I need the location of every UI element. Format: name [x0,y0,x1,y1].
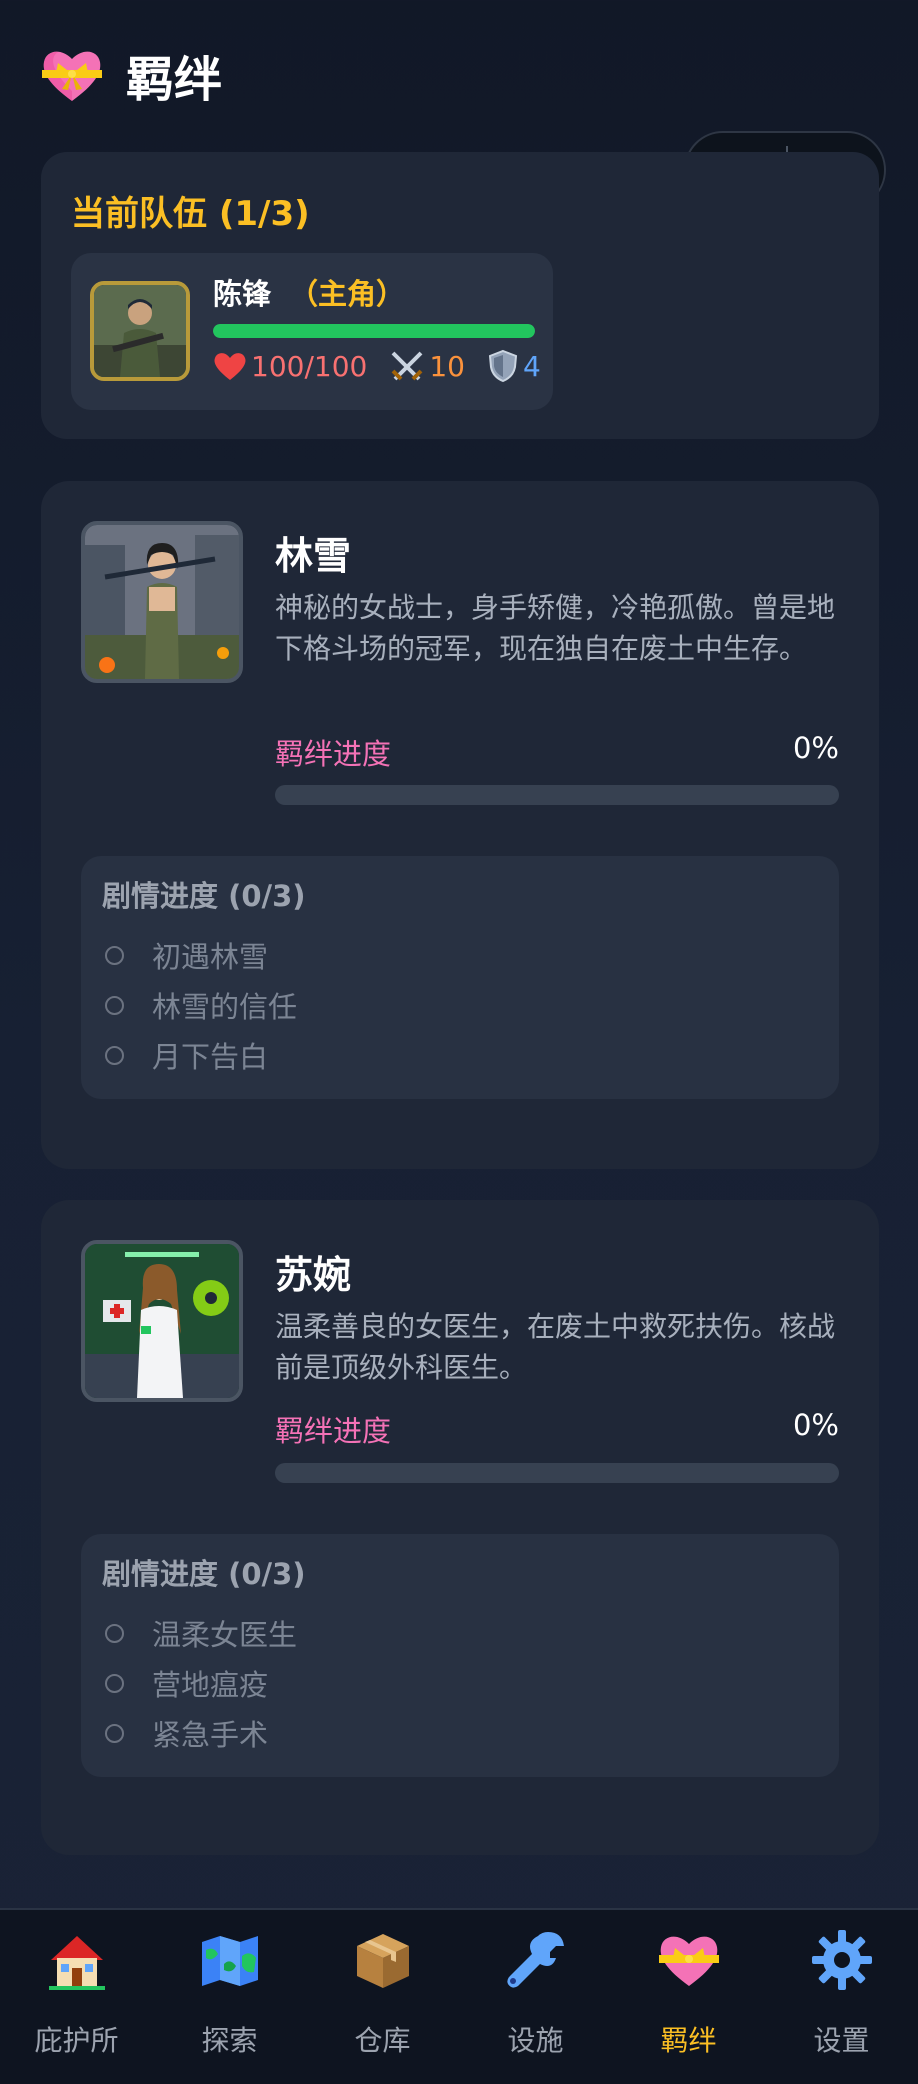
story-item[interactable]: 林雪的信任 [105,984,297,1026]
map-icon [201,1936,258,1986]
hp-value: 100/100 [251,349,368,383]
story-progress-panel: 剧情进度 (0/3) 温柔女医生 营地瘟疫 紧急手术 [81,1534,839,1777]
story-progress-panel: 剧情进度 (0/3) 初遇林雪 林雪的信任 月下告白 [81,856,839,1099]
team-member-chip[interactable]: 陈锋 （主角） 100/100 10 4 [71,253,553,410]
circle-icon [105,1623,124,1643]
member-role: （主角） [289,277,406,311]
member-hp-fill [213,324,535,338]
heart-gift-icon [42,51,102,101]
tab-storage[interactable]: 仓库 [306,1910,459,2084]
member-name: 陈锋 （主角） [213,271,405,313]
tab-label: 设施 [507,2024,564,2057]
bond-progress-label: 羁绊进度 [275,737,392,771]
story-item[interactable]: 月下告白 [105,1034,268,1076]
story-item-label: 紧急手术 [152,1718,269,1752]
character-card[interactable]: 苏婉 温柔善良的女医生，在废土中救死扶伤。核战前是顶级外科医生。 羁绊进度 0%… [41,1200,879,1855]
member-name-text: 陈锋 [213,277,272,311]
member-hp-bar [213,324,535,338]
character-description: 温柔善良的女医生，在废土中救死扶伤。核战前是顶级外科医生。 [275,1310,836,1384]
circle-icon [105,1045,124,1065]
circle-icon [105,995,124,1015]
house-icon [48,1936,105,1990]
team-title: 当前队伍 (1/3) [71,194,310,234]
tab-explore[interactable]: 探索 [153,1910,306,2084]
heart-icon [214,353,246,380]
tab-settings[interactable]: 设置 [765,1910,918,2084]
story-progress-title: 剧情进度 (0/3) [102,879,306,913]
story-item-label: 林雪的信任 [152,990,298,1024]
defense-stat: 4 [487,349,541,383]
tab-facilities[interactable]: 设施 [459,1910,612,2084]
story-item-label: 月下告白 [152,1040,269,1074]
story-item-label: 初遇林雪 [152,940,269,974]
story-item[interactable]: 紧急手术 [105,1712,268,1754]
bond-progress-percent: 0% [792,731,839,765]
bond-progress-bar [275,1463,839,1483]
tab-label: 庇护所 [34,2024,119,2057]
circle-icon [105,1723,124,1743]
crossed-swords-icon [391,351,423,381]
character-card[interactable]: 林雪 神秘的女战士，身手矫健，冷艳孤傲。曾是地下格斗场的冠军，现在独自在废土中生… [41,481,879,1169]
circle-icon [105,945,124,965]
bond-progress-percent: 0% [792,1408,839,1442]
wrench-icon [506,1932,564,1988]
tab-bonds[interactable]: 羁绊 [612,1910,765,2084]
story-progress-title: 剧情进度 (0/3) [102,1557,306,1591]
bond-progress-bar [275,785,839,805]
current-team-card: 当前队伍 (1/3) 陈锋 （主角） 100/100 10 4 [41,152,879,439]
story-item[interactable]: 营地瘟疫 [105,1662,268,1704]
page-header: 羁绊 [40,40,222,110]
shield-icon [488,349,518,383]
tab-label: 探索 [201,2024,258,2057]
circle-icon [105,1673,124,1693]
character-description: 神秘的女战士，身手矫健，冷艳孤傲。曾是地下格斗场的冠军，现在独自在废土中生存。 [275,591,836,665]
tab-label: 仓库 [354,2024,411,2057]
tab-label: 设置 [813,2024,870,2057]
defense-value: 4 [522,349,541,383]
hp-stat: 100/100 [213,350,367,383]
character-name: 苏婉 [275,1253,352,1297]
story-item[interactable]: 温柔女医生 [105,1612,297,1654]
character-name: 林雪 [275,534,352,578]
heart-gift-icon [658,1936,719,1986]
bottom-tab-bar: 庇护所 探索 仓库 设施 羁绊 设置 [0,1908,918,2084]
character-portrait [81,1240,243,1402]
attack-value: 10 [429,349,465,383]
story-item-label: 营地瘟疫 [152,1668,269,1702]
tab-label: 羁绊 [660,2024,717,2057]
tab-shelter[interactable]: 庇护所 [0,1910,153,2084]
member-stats: 100/100 10 4 [213,349,563,383]
member-avatar [90,281,190,381]
bond-progress-label: 羁绊进度 [275,1414,392,1448]
character-portrait [81,521,243,683]
story-item-label: 温柔女医生 [152,1618,298,1652]
page-title: 羁绊 [126,52,223,108]
package-icon [356,1934,409,1988]
attack-stat: 10 [389,349,465,383]
gear-icon [811,1930,872,1990]
story-item[interactable]: 初遇林雪 [105,934,268,976]
